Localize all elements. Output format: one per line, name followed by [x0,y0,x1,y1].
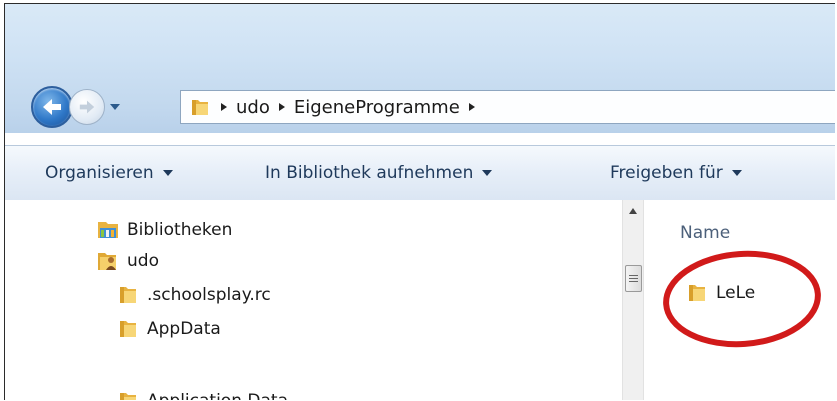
breadcrumb-separator-icon[interactable] [273,102,291,112]
forward-button[interactable] [69,89,105,125]
dropdown-arrow-icon [482,170,493,176]
chevron-down-icon [110,104,120,110]
tree-item-label: AppData [147,319,221,339]
breadcrumb-eigeneprogramme[interactable]: EigeneProgramme [291,97,463,118]
share-with-button[interactable]: Freigeben für [610,146,742,200]
organize-label: Organisieren [45,163,154,183]
user-folder-icon [95,249,121,273]
back-button[interactable] [31,86,73,128]
navigation-pane: Bibliotheken udo .schoolsplay.rc AppData [5,200,622,400]
tree-item-udo[interactable]: udo [95,246,159,276]
library-icon [95,218,121,242]
navigation-scrollbar[interactable] [622,200,644,400]
address-bar[interactable]: udo EigeneProgramme [180,90,835,124]
forward-arrow-icon [79,100,95,114]
scroll-thumb[interactable] [625,265,642,292]
back-arrow-icon [43,99,61,115]
grip-icon [629,275,638,282]
tree-item-label: udo [127,251,159,271]
tree-item-appdata[interactable]: AppData [115,314,221,344]
organize-menu-button[interactable]: Organisieren [45,146,173,200]
tree-item-label: Bibliotheken [127,220,233,240]
title-bar: udo EigeneProgramme [5,4,835,133]
folder-icon [115,389,141,400]
tree-item-label: Application Data [147,391,288,400]
command-bar: Organisieren In Bibliothek aufnehmen Fre… [5,145,835,201]
tree-item-schoolsplay[interactable]: .schoolsplay.rc [115,280,271,310]
scroll-up-button[interactable] [623,200,643,222]
folder-icon [115,317,141,341]
share-with-label: Freigeben für [610,163,723,183]
folder-icon [189,96,215,118]
dropdown-arrow-icon [731,170,742,176]
tree-item-label: .schoolsplay.rc [147,285,271,305]
include-in-library-label: In Bibliothek aufnehmen [265,163,474,183]
breadcrumb-udo[interactable]: udo [233,97,273,118]
include-in-library-button[interactable]: In Bibliothek aufnehmen [265,146,493,200]
tree-item-bibliotheken[interactable]: Bibliotheken [95,215,232,245]
navigation-buttons [31,85,121,129]
name-column-header[interactable]: Name [680,223,730,243]
scroll-up-arrow-icon [629,208,637,214]
breadcrumb-separator-icon[interactable] [463,102,481,112]
tree-item-application-data[interactable]: Application Data [115,386,288,400]
red-annotation-circle [663,250,821,348]
recent-pages-dropdown[interactable] [109,97,121,117]
breadcrumb-separator-icon[interactable] [215,102,233,112]
folder-icon [115,283,141,307]
dropdown-arrow-icon [162,170,173,176]
